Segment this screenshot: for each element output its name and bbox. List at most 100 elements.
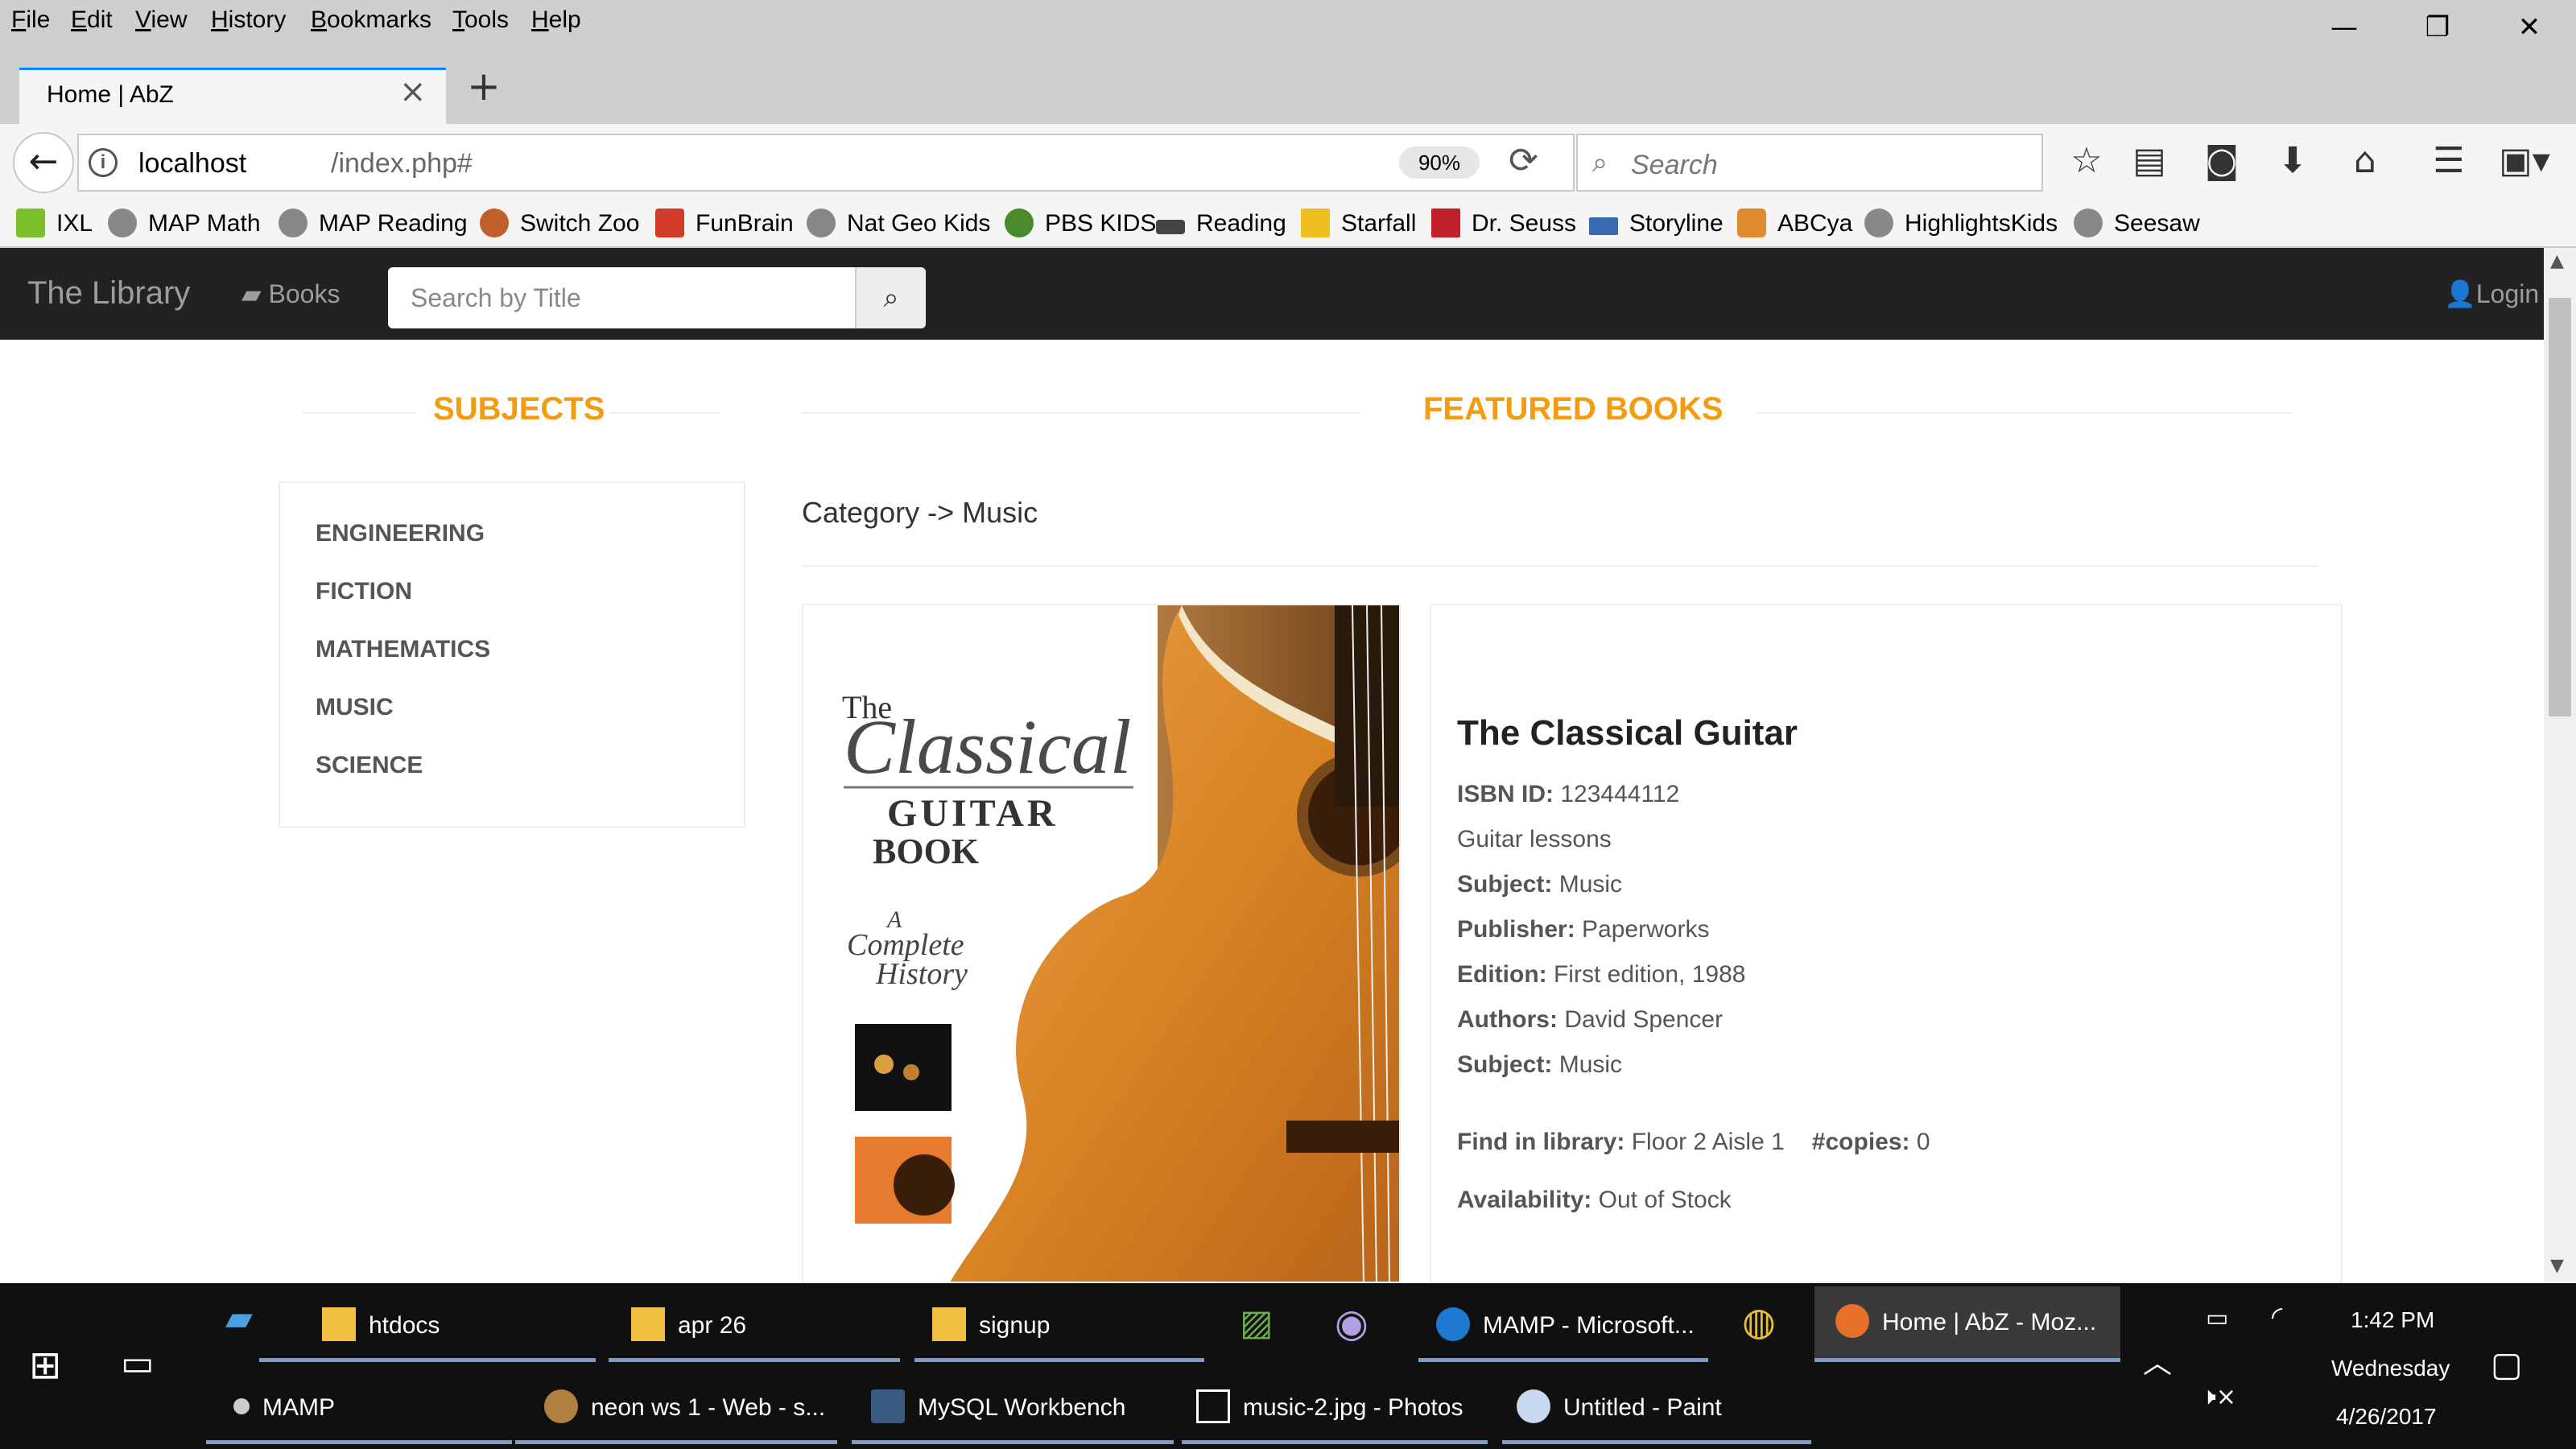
edition-label: Edition:: [1457, 961, 1547, 988]
taskbar-label: signup: [979, 1312, 1051, 1339]
taskbar-firefox-home[interactable]: Home | AbZ - Moz...: [1814, 1286, 2120, 1362]
reading-icon: [1156, 220, 1185, 235]
site-search-input[interactable]: [388, 267, 855, 328]
authors-row: Authors: David Spencer: [1457, 1006, 1723, 1034]
notifications-icon[interactable]: ▢: [2491, 1344, 2523, 1384]
bookmark-dr-seuss[interactable]: Dr. Seuss: [1431, 206, 1576, 242]
menu-view[interactable]: View: [135, 6, 187, 34]
taskbar-label: apr 26: [678, 1312, 747, 1339]
chevron-up-icon[interactable]: ︿: [2143, 1340, 2172, 1381]
chrome-icon[interactable]: ◍: [1742, 1299, 1776, 1344]
scroll-down-icon[interactable]: ▼: [2550, 1256, 2564, 1276]
subject-engineering[interactable]: ENGINEERING: [316, 520, 485, 547]
browser-search-field[interactable]: ⌕ Search: [1576, 134, 2043, 192]
new-tab-button[interactable]: +: [467, 66, 501, 106]
mysql-workbench-icon: [871, 1389, 905, 1424]
taskbar-photos[interactable]: music-2.jpg - Photos: [1182, 1372, 1488, 1444]
page-scrollbar[interactable]: ▲ ▼: [2544, 248, 2576, 1283]
book-cover-image[interactable]: The Classical GUITAR BOOK A Complete His…: [802, 604, 1401, 1283]
subjects-heading: SUBJECTS: [433, 391, 605, 427]
restore-button[interactable]: ❐: [2405, 6, 2470, 48]
tab-close-icon[interactable]: ×: [399, 73, 427, 110]
computer-icon[interactable]: ▰: [225, 1298, 253, 1339]
nav-books-link[interactable]: ▰ Books: [242, 279, 340, 309]
menu-tools[interactable]: Tools: [452, 6, 509, 34]
taskbar-signup[interactable]: signup: [914, 1290, 1204, 1362]
scroll-up-icon[interactable]: ▲: [2550, 251, 2564, 271]
taskbar-neon[interactable]: neon ws 1 - Web - s...: [515, 1372, 837, 1444]
menu-icon[interactable]: ☰: [2425, 135, 2473, 187]
tab-home[interactable]: Home | AbZ ×: [19, 68, 446, 124]
bookmark-highlightskids[interactable]: HighlightsKids: [1864, 206, 2058, 242]
zoom-badge[interactable]: 90%: [1399, 147, 1480, 179]
bookmark-label: PBS KIDS: [1045, 210, 1157, 237]
bookmark-seesaw[interactable]: Seesaw: [2074, 206, 2200, 242]
pocket-icon[interactable]: ◙: [2198, 135, 2246, 187]
reading-list-icon[interactable]: ▤: [2125, 135, 2174, 187]
scroll-thumb[interactable]: [2549, 298, 2571, 716]
bookmark-nat-geo-kids[interactable]: Nat Geo Kids: [807, 206, 990, 242]
taskbar-paint[interactable]: Untitled - Paint: [1502, 1372, 1811, 1444]
menu-edit[interactable]: Edit: [71, 6, 113, 34]
bookmark-ixl[interactable]: IXL: [16, 206, 93, 242]
minimize-button[interactable]: —: [2312, 6, 2376, 48]
close-window-button[interactable]: ✕: [2497, 6, 2562, 48]
site-brand[interactable]: The Library: [27, 275, 190, 312]
edition-value: First edition, 1988: [1553, 961, 1746, 988]
home-icon[interactable]: ⌂: [2341, 135, 2389, 187]
eclipse-icon[interactable]: ◉: [1335, 1301, 1368, 1346]
battery-icon[interactable]: ▭: [2206, 1304, 2228, 1332]
url-bar[interactable]: i localhost /index.php# 90% ⟳: [77, 134, 1575, 192]
menu-history[interactable]: History: [211, 6, 286, 34]
isbn-label: ISBN ID:: [1457, 781, 1554, 807]
clock-day[interactable]: Wednesday: [2331, 1356, 2450, 1381]
image-app-icon[interactable]: ▨: [1240, 1302, 1274, 1344]
bookmark-map-reading[interactable]: MAP Reading: [279, 206, 468, 242]
taskbar-apr-26[interactable]: apr 26: [609, 1290, 900, 1362]
clock-date[interactable]: 4/26/2017: [2336, 1404, 2437, 1430]
book-detail-panel: The Classical Guitar ISBN ID: 123444112 …: [1430, 604, 2343, 1283]
star-icon[interactable]: ☆: [2062, 135, 2111, 187]
availability-row: Availability: Out of Stock: [1457, 1187, 1732, 1214]
bookmark-map-math[interactable]: MAP Math: [108, 206, 261, 242]
bookmark-reading[interactable]: Reading: [1156, 206, 1286, 242]
taskbar-htdocs[interactable]: htdocs: [259, 1290, 596, 1362]
divider: [610, 412, 720, 414]
windows-start-icon[interactable]: ⊞: [29, 1343, 61, 1388]
menu-help[interactable]: Help: [531, 6, 581, 34]
login-link[interactable]: 👤Login: [2444, 279, 2539, 309]
download-icon[interactable]: ⬇: [2268, 135, 2317, 187]
subject-music[interactable]: MUSIC: [316, 694, 394, 721]
bookmark-storyline[interactable]: Storyline: [1589, 206, 1724, 242]
publisher-value: Paperworks: [1582, 916, 1710, 943]
wifi-icon[interactable]: ◜: [2272, 1301, 2282, 1333]
taskbar-mamp-edge[interactable]: MAMP - Microsoft...: [1418, 1290, 1708, 1362]
extension-icon[interactable]: ▣▾: [2492, 135, 2557, 187]
subject-mathematics[interactable]: MATHEMATICS: [316, 636, 490, 663]
location-row: Find in library: Floor 2 Aisle 1 #copies:…: [1457, 1129, 1930, 1156]
site-search-button[interactable]: ⌕: [855, 267, 926, 328]
taskbar-mysql-workbench[interactable]: MySQL Workbench: [852, 1372, 1174, 1444]
reload-icon[interactable]: ⟳: [1509, 140, 1538, 181]
bookmark-abcya[interactable]: ABCya: [1737, 206, 1852, 242]
task-view-icon[interactable]: ▭: [121, 1343, 155, 1384]
subject-science[interactable]: SCIENCE: [316, 752, 423, 779]
bookmark-starfall[interactable]: Starfall: [1301, 206, 1416, 242]
running-indicator: [1182, 1440, 1488, 1444]
menu-bookmarks[interactable]: Bookmarks: [311, 6, 431, 34]
book-title: The Classical Guitar: [1457, 713, 1798, 753]
photos-icon: [1196, 1389, 1230, 1424]
menu-file[interactable]: File: [11, 6, 50, 34]
volume-muted-icon[interactable]: 🕨×: [2201, 1383, 2236, 1411]
taskbar-mamp[interactable]: MAMP: [206, 1372, 512, 1444]
bookmark-switch-zoo[interactable]: Switch Zoo: [480, 206, 639, 242]
subject-fiction[interactable]: FICTION: [316, 578, 412, 605]
bookmark-funbrain[interactable]: FunBrain: [655, 206, 794, 242]
info-icon[interactable]: i: [89, 148, 118, 177]
clock-time[interactable]: 1:42 PM: [2351, 1307, 2434, 1333]
bookmark-pbs-kids[interactable]: PBS KIDS: [1005, 206, 1156, 242]
star-icon: [1301, 208, 1330, 238]
running-indicator: [1418, 1358, 1708, 1362]
taskbar-label: MAMP: [262, 1394, 335, 1421]
back-button[interactable]: ←: [13, 132, 74, 193]
